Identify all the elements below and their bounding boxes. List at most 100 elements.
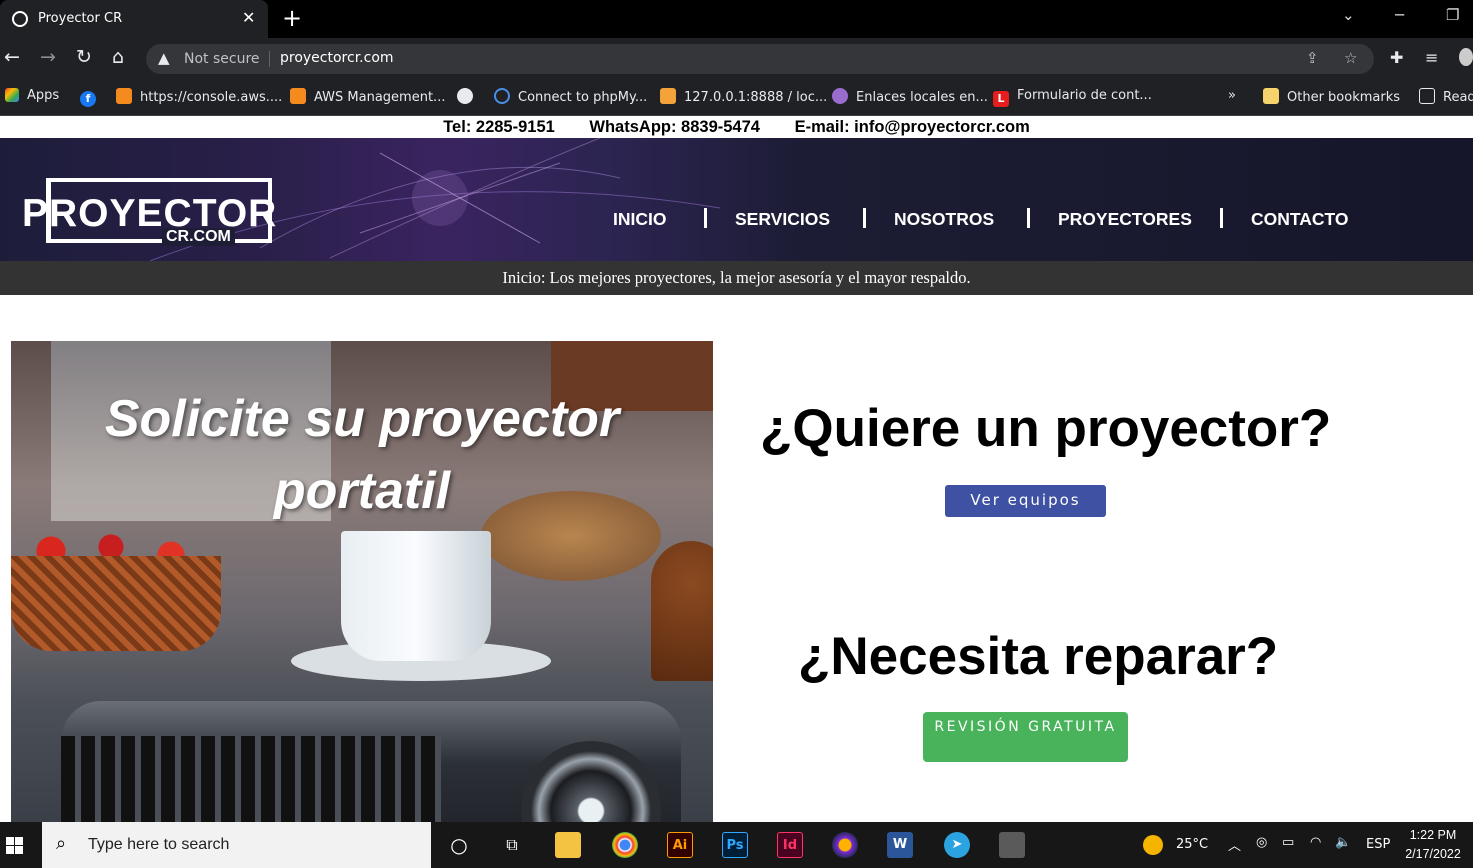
taskbar-search-box[interactable]: ⌕ Type here to search <box>42 822 431 868</box>
hero-coffee-cup <box>341 531 491 661</box>
windows-logo-icon <box>6 837 14 845</box>
chrome-icon[interactable] <box>612 832 638 858</box>
profile-avatar[interactable] <box>1459 48 1473 66</box>
minimize-button[interactable]: ─ <box>1395 6 1404 24</box>
browser-tab-strip: Proyector CR ✕ + ⌄ ─ ❐ <box>0 0 1473 38</box>
hero-headline-line2: portatil <box>273 462 451 520</box>
bookmark-phpmyadmin[interactable]: Connect to phpMy... <box>494 88 647 105</box>
new-tab-button[interactable]: + <box>282 4 302 32</box>
share-icon[interactable]: ⇪ <box>1306 49 1319 67</box>
task-view-icon[interactable]: ⧉ <box>497 830 527 860</box>
tab-title: Proyector CR <box>38 11 123 26</box>
extensions-puzzle-icon[interactable]: ✚ <box>1390 48 1403 67</box>
bookmark-facebook[interactable]: f <box>80 88 104 107</box>
file-explorer-icon[interactable] <box>555 832 581 858</box>
apps-grid-icon <box>5 88 19 102</box>
reload-icon[interactable]: ↻ <box>76 46 92 68</box>
clock-time: 1:22 PM <box>1409 828 1457 842</box>
clock-date: 2/17/2022 <box>1405 847 1461 861</box>
battery-icon[interactable]: ▭ <box>1282 835 1294 850</box>
aws-icon <box>116 88 132 104</box>
bookmark-enlaces[interactable]: Enlaces locales en... <box>832 88 988 105</box>
phpmyadmin-sail-icon <box>660 88 676 104</box>
windows-taskbar: ⌕ Type here to search ○ ⧉ Ai Ps Id W ➤ 2… <box>0 822 1473 868</box>
contact-whatsapp[interactable]: WhatsApp: 8839-5474 <box>589 118 760 136</box>
back-arrow-icon[interactable]: ← <box>4 46 20 68</box>
reading-list[interactable]: Read <box>1419 88 1473 105</box>
browser-toolbar: ← → ↻ ⌂ ▲ Not secure proyectorcr.com ⇪ ☆… <box>0 38 1473 80</box>
contact-tel[interactable]: Tel: 2285-9151 <box>443 118 555 136</box>
wifi-icon[interactable]: ◠ <box>1310 835 1321 850</box>
hero-basket <box>11 556 221 651</box>
warning-triangle-icon[interactable]: ▲ <box>158 49 170 67</box>
contact-strip: Tel: 2285-9151 WhatsApp: 8839-5474 E-mai… <box>0 116 1473 138</box>
omnibox-divider <box>269 51 270 67</box>
bookmark-star-icon[interactable]: ☆ <box>1344 49 1357 67</box>
ver-equipos-button[interactable]: Ver equipos <box>945 485 1106 517</box>
phpmyadmin-icon <box>494 88 510 104</box>
aws-icon <box>290 88 306 104</box>
bookmark-localhost[interactable]: 127.0.0.1:8888 / loc... <box>660 88 827 105</box>
folder-icon <box>1263 88 1279 104</box>
telegram-icon[interactable]: ➤ <box>944 832 970 858</box>
windows-start-button[interactable] <box>0 822 42 868</box>
weather-sun-icon[interactable] <box>1143 835 1163 855</box>
tab-search-chevron-icon[interactable]: ⌄ <box>1342 6 1355 24</box>
home-icon[interactable]: ⌂ <box>112 46 124 68</box>
l-red-icon: L <box>993 91 1009 107</box>
bookmark-apps[interactable]: Apps <box>5 88 59 103</box>
audio-app-icon[interactable] <box>832 832 858 858</box>
address-bar[interactable]: ▲ Not secure proyectorcr.com ⇪ ☆ <box>146 44 1374 74</box>
logo-domain: CR.COM <box>162 228 235 246</box>
facebook-icon: f <box>80 91 96 107</box>
hero-projector-vents <box>61 736 441 822</box>
nav-servicios[interactable]: SERVICIOS <box>735 209 830 230</box>
site-header: PROYECTOR CR.COM INICIO SERVICIOS NOSOTR… <box>0 138 1473 261</box>
taskbar-clock[interactable]: 1:22 PM 2/17/2022 <box>1400 826 1466 864</box>
nav-proyectores[interactable]: PROYECTORES <box>1058 209 1192 230</box>
nav-separator <box>704 208 707 228</box>
url-text[interactable]: proyectorcr.com <box>280 50 394 66</box>
bookmarks-bar: Apps f https://console.aws.... AWS Manag… <box>0 80 1473 116</box>
bookmark-globe[interactable] <box>457 88 481 105</box>
meet-now-icon[interactable]: ◎ <box>1256 835 1267 850</box>
photoshop-icon[interactable]: Ps <box>722 832 748 858</box>
word-icon[interactable]: W <box>887 832 913 858</box>
illustrator-icon[interactable]: Ai <box>667 832 693 858</box>
hero-image[interactable]: Solicite su proyector portatil <box>11 341 713 822</box>
search-placeholder: Type here to search <box>88 836 230 853</box>
calculator-icon[interactable] <box>999 832 1025 858</box>
bookmarks-overflow-button[interactable]: » <box>1228 88 1236 103</box>
indesign-icon[interactable]: Id <box>777 832 803 858</box>
site-favicon-icon <box>12 11 28 27</box>
security-label[interactable]: Not secure <box>184 51 260 67</box>
nav-contacto[interactable]: CONTACTO <box>1251 209 1349 230</box>
tray-chevron-up-icon[interactable]: ︿ <box>1228 835 1241 854</box>
contact-email[interactable]: E-mail: info@proyectorcr.com <box>795 118 1030 136</box>
close-tab-icon[interactable]: ✕ <box>242 8 255 27</box>
globe-icon <box>457 88 473 104</box>
cortana-circle-icon[interactable]: ○ <box>444 830 474 860</box>
weather-temperature[interactable]: 25°C <box>1176 837 1208 852</box>
hero-muffin <box>651 541 713 681</box>
input-language[interactable]: ESP <box>1366 837 1390 852</box>
browser-tab[interactable]: Proyector CR ✕ <box>0 0 268 38</box>
revision-gratuita-button[interactable]: REVISIÓN GRATUITA <box>923 712 1128 762</box>
windows-logo-icon-part <box>15 846 23 854</box>
question-reparar-heading: ¿Necesita reparar? <box>798 627 1279 686</box>
windows-logo-icon-part <box>6 846 14 854</box>
media-queue-icon[interactable]: ≡ <box>1425 48 1438 67</box>
volume-icon[interactable]: 🔈 <box>1335 835 1351 850</box>
other-bookmarks[interactable]: Other bookmarks <box>1263 88 1400 105</box>
bookmark-formulario[interactable]: L Formulario de cont... <box>993 88 1152 107</box>
nav-nosotros[interactable]: NOSOTROS <box>894 209 994 230</box>
nav-inicio[interactable]: INICIO <box>613 209 666 230</box>
nav-separator <box>1220 208 1223 228</box>
bookmark-aws-console[interactable]: https://console.aws.... <box>116 88 282 105</box>
windows-logo-icon-part <box>15 837 23 845</box>
nav-separator <box>863 208 866 228</box>
restore-button[interactable]: ❐ <box>1446 6 1459 24</box>
bookmark-aws-management[interactable]: AWS Management... <box>290 88 445 105</box>
question-proyector-heading: ¿Quiere un proyector? <box>760 399 1332 458</box>
forward-arrow-icon[interactable]: → <box>40 46 56 68</box>
